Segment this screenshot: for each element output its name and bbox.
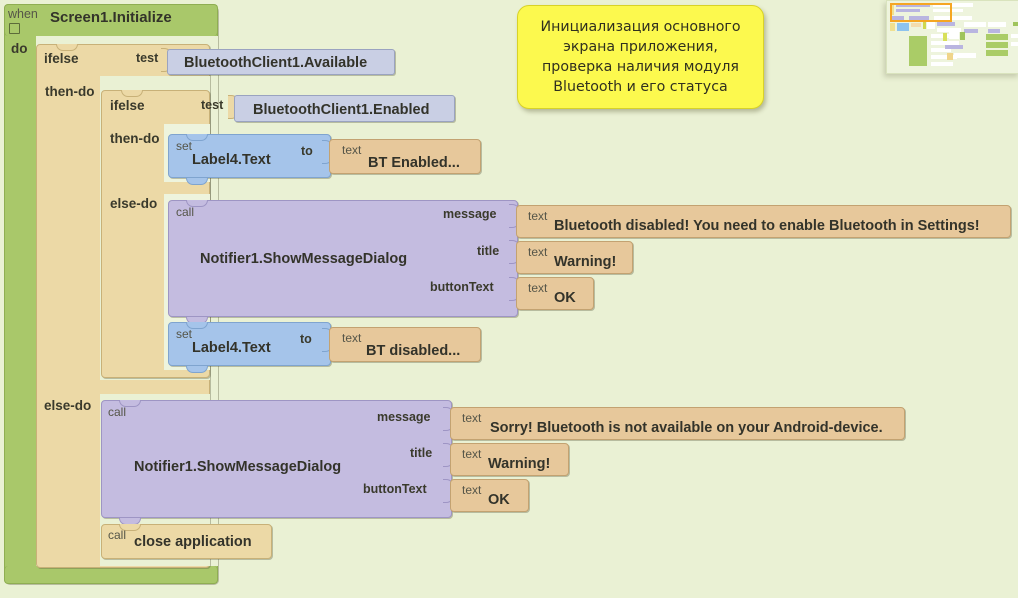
text-block-bt-disabled-type: text bbox=[342, 331, 362, 345]
getter-bluetoothclient1-enabled-label: BluetoothClient1.Enabled bbox=[253, 102, 430, 118]
notifier-unavailable-arg-buttontext-label: buttonText bbox=[363, 482, 427, 496]
setter-enabled-to-label: to bbox=[301, 144, 313, 158]
text-block-message-type-1: text bbox=[462, 411, 482, 425]
notifier-disabled-method: Notifier1.ShowMessageDialog bbox=[200, 251, 408, 267]
text-block-buttontext-type-1: text bbox=[462, 483, 482, 497]
notifier-unavailable-arg-message-label: message bbox=[377, 410, 431, 424]
outer-ifelse-top-notch bbox=[56, 44, 78, 51]
minimap-block bbox=[890, 23, 895, 31]
setter-disabled-to-label: to bbox=[300, 332, 312, 346]
when-label: when bbox=[8, 7, 38, 21]
minimap-viewport-rect[interactable] bbox=[890, 3, 952, 22]
inner-ifelse-else-label: else-do bbox=[110, 196, 158, 211]
comment-balloon[interactable]: Инициализация основного экрана приложени… bbox=[517, 5, 764, 109]
minimap-block bbox=[937, 22, 955, 26]
comment-text: Инициализация основного экрана приложени… bbox=[530, 17, 750, 97]
comment-line-1: Инициализация основного bbox=[540, 19, 741, 35]
setter-enabled-set-label: set bbox=[176, 139, 193, 153]
text-block-bt-enabled-type: text bbox=[342, 143, 362, 157]
minimap-block bbox=[1011, 42, 1018, 46]
setter-enabled-bottom-notch bbox=[186, 178, 208, 185]
text-block-title-value-1: Warning! bbox=[488, 456, 551, 472]
close-application-call-label: call bbox=[108, 528, 127, 542]
notifier-disabled-arg-buttontext-label: buttonText bbox=[430, 280, 494, 294]
outer-ifelse-test-label: test bbox=[136, 51, 159, 65]
comment-line-2: экрана приложения, bbox=[563, 39, 718, 55]
minimap-block bbox=[1013, 22, 1018, 26]
text-block-title-value-0: Warning! bbox=[554, 254, 617, 270]
minimap-block bbox=[927, 22, 935, 29]
minimap-block bbox=[964, 22, 986, 27]
close-application-method: close application bbox=[134, 534, 252, 550]
minimap-block bbox=[988, 22, 1006, 27]
minimap-block bbox=[897, 23, 909, 31]
minimap-block bbox=[1011, 34, 1018, 38]
do-label: do bbox=[11, 41, 28, 56]
setter-disabled-bottom-notch bbox=[186, 366, 208, 373]
getter-bluetoothclient1-available-label: BluetoothClient1.Available bbox=[184, 55, 368, 71]
inner-ifelse-keyword: ifelse bbox=[110, 98, 145, 113]
minimap-block bbox=[949, 32, 959, 39]
inner-ifelse-then-label: then-do bbox=[110, 131, 160, 146]
text-block-buttontext-value-1: OK bbox=[488, 492, 510, 508]
minimap-block bbox=[986, 42, 1008, 48]
setter-disabled-property: Label4.Text bbox=[192, 340, 271, 356]
minimap-block bbox=[945, 45, 963, 49]
text-block-title-type-1: text bbox=[462, 447, 482, 461]
minimap-block bbox=[911, 23, 921, 27]
setter-enabled-property: Label4.Text bbox=[192, 152, 271, 168]
minimap-block bbox=[986, 34, 1008, 40]
minimap-block bbox=[923, 22, 926, 29]
minimap-block bbox=[909, 36, 927, 66]
outer-ifelse-keyword: ifelse bbox=[44, 51, 79, 66]
notifier-disabled-arg-message-label: message bbox=[443, 207, 497, 221]
notifier-unavailable-call-label: call bbox=[108, 405, 127, 419]
inner-ifelse-top-notch bbox=[121, 90, 143, 97]
notifier-disabled-call-label: call bbox=[176, 205, 195, 219]
notifier-unavailable-arg-title-label: title bbox=[410, 446, 433, 460]
inner-ifelse-test-label: test bbox=[201, 98, 224, 112]
minimap-block bbox=[960, 32, 965, 40]
text-block-message-value-1: Sorry! Bluetooth is not available on you… bbox=[490, 420, 883, 436]
setter-disabled-set-label: set bbox=[176, 327, 193, 341]
text-block-bt-enabled-value: BT Enabled... bbox=[368, 155, 460, 171]
comment-line-3: проверка наличия модуля bbox=[542, 59, 739, 75]
notifier-disabled-arg-title-label: title bbox=[477, 244, 500, 258]
notifier-unavailable-method: Notifier1.ShowMessageDialog bbox=[134, 459, 342, 475]
workspace-minimap[interactable] bbox=[886, 0, 1018, 74]
minimap-block bbox=[964, 29, 978, 33]
outer-ifelse-else-label: else-do bbox=[44, 398, 92, 413]
event-title: Screen1.Initialize bbox=[50, 9, 172, 26]
text-block-buttontext-value-0: OK bbox=[554, 290, 576, 306]
text-block-buttontext-type-0: text bbox=[528, 281, 548, 295]
minimap-block bbox=[954, 53, 976, 58]
text-block-bt-disabled-value: BT disabled... bbox=[366, 343, 461, 359]
blocks-workspace[interactable]: when do Screen1.Initialize ifelse test t… bbox=[0, 0, 1018, 598]
minimap-block bbox=[986, 50, 1008, 56]
comment-line-4: Bluetooth и его статуса bbox=[553, 79, 728, 95]
minimap-block bbox=[931, 62, 953, 66]
minimap-block bbox=[988, 29, 1000, 33]
outer-ifelse-then-label: then-do bbox=[45, 84, 95, 99]
checkbox-icon[interactable] bbox=[9, 23, 20, 34]
text-block-message-value-0: Bluetooth disabled! You need to enable B… bbox=[554, 218, 980, 234]
text-block-title-type-0: text bbox=[528, 245, 548, 259]
minimap-block bbox=[943, 33, 947, 41]
text-block-message-type-0: text bbox=[528, 209, 548, 223]
event-block-footer bbox=[4, 566, 218, 584]
minimap-block bbox=[947, 53, 953, 60]
